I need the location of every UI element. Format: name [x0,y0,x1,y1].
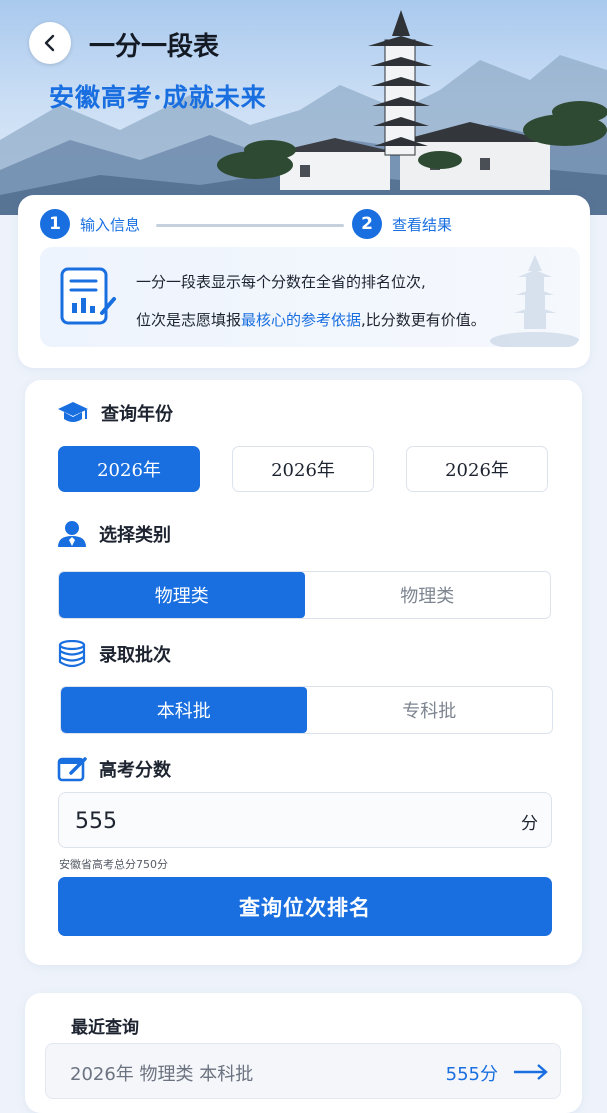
edit-form-icon [57,757,87,782]
score-input-field[interactable]: 分 [58,792,552,848]
recent-query-desc: 2026年 物理类 本科批 [70,1064,254,1085]
category-segmented-control: 物理类 物理类 [58,571,551,619]
recent-query-item[interactable]: 2026年 物理类 本科批 555分 [45,1043,561,1099]
page-title: 一分一段表 [89,32,220,62]
info-text-highlight: 最核心的参考依据 [241,311,362,329]
category-section-header: 选择类别 [57,520,171,548]
batch-option-undergraduate[interactable]: 本科批 [61,687,307,733]
recent-queries-card: 最近查询 2026年 物理类 本科批 555分 [25,993,582,1113]
year-option-3[interactable]: 2026年 [406,446,548,492]
recent-title: 最近查询 [71,1018,139,1038]
steps-card: 1 输入信息 2 查看结果 一分一段表显示每个分数在全省的排名位次, 位次是志愿… [18,195,590,368]
query-form-card: 查询年份 2026年 2026年 2026年 选择类别 物理类 物理类 录取批次… [25,380,582,965]
year-section-header: 查询年份 [57,400,173,426]
back-button[interactable] [29,22,71,64]
step-number: 2 [352,209,382,239]
info-text-line2: 位次是志愿填报最核心的参考依据,比分数更有价值。 [136,309,486,330]
step-label: 查看结果 [392,215,453,234]
user-icon [58,521,86,547]
step-view-result: 2 查看结果 [352,209,452,239]
info-text-line1: 一分一段表显示每个分数在全省的排名位次, [136,273,426,291]
pagoda-watermark-icon [490,255,580,347]
document-chart-icon [60,267,116,325]
batch-option-junior-college[interactable]: 专科批 [307,687,553,733]
info-text-suffix: ,比分数更有价值。 [361,311,486,329]
year-option-2[interactable]: 2026年 [232,446,374,492]
graduation-cap-icon [58,402,88,422]
batch-segmented-control: 本科批 专科批 [60,686,553,734]
score-section-header: 高考分数 [57,755,171,783]
slogan: 安徽高考·成就未来 [49,83,267,112]
year-option-1[interactable]: 2026年 [58,446,200,492]
arrow-right-icon [514,1064,548,1080]
step-label: 输入信息 [80,215,141,234]
chevron-left-icon [44,34,55,52]
info-box: 一分一段表显示每个分数在全省的排名位次, 位次是志愿填报最核心的参考依据,比分数… [40,247,580,347]
category-option-physics[interactable]: 物理类 [59,572,305,618]
step-number: 1 [40,209,70,239]
batch-section-title: 录取批次 [99,645,171,666]
database-icon [58,640,86,668]
score-input[interactable] [73,803,477,839]
step-connector [156,224,344,227]
hero-banner: 一分一段表 安徽高考·成就未来 [0,0,607,215]
category-option-physics-alt[interactable]: 物理类 [305,572,551,618]
info-text-prefix: 位次是志愿填报 [136,311,242,329]
query-rank-button[interactable]: 查询位次排名 [58,877,552,936]
recent-query-score: 555分 [445,1064,498,1085]
score-section-title: 高考分数 [99,760,171,781]
year-section-title: 查询年份 [101,404,173,425]
batch-section-header: 录取批次 [57,640,171,668]
score-unit: 分 [521,814,538,834]
category-section-title: 选择类别 [99,525,171,546]
score-hint: 安徽省高考总分750分 [59,858,168,871]
step-input-info: 1 输入信息 [40,209,140,239]
